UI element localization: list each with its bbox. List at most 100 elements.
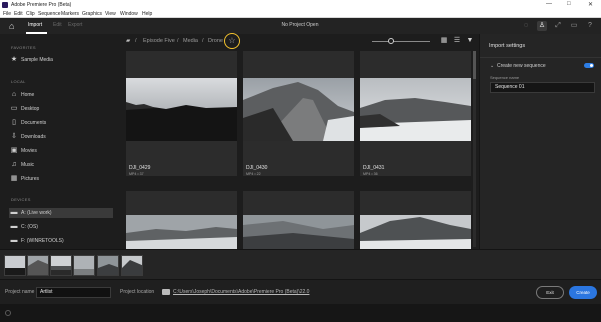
clip-name: DJI_0429 (129, 165, 151, 171)
project-name-label: Project name (5, 289, 35, 295)
sidebar-item-label: A: (Live work) (21, 210, 52, 216)
menu-edit[interactable]: Edit (14, 11, 23, 17)
clip-thumbnail (360, 215, 471, 249)
favorite-star-icon[interactable]: ☆ (224, 33, 240, 49)
tray-thumbnail[interactable] (97, 255, 119, 276)
menu-bar: File Edit Clip Sequence Markers Graphics… (0, 10, 601, 18)
clip-card[interactable] (360, 191, 471, 249)
tab-edit[interactable]: Edit (53, 22, 62, 28)
media-browser: ▰ / Episode Five / Media / Drone ☆ ▦ ☰ ▼… (118, 33, 479, 249)
maximize-icon[interactable]: ⤢ (553, 21, 563, 31)
sidebar-item-drive-a[interactable]: ▬ A: (Live work) (9, 208, 113, 218)
sidebar-item-music[interactable]: ♫ Music (9, 160, 113, 170)
local-heading: LOCAL (11, 79, 26, 84)
import-settings-panel: Import settings ⌄ Create new sequence Se… (479, 34, 601, 249)
sequence-name-field[interactable]: Sequence 01 (490, 82, 595, 93)
tab-import[interactable]: Import (28, 22, 42, 28)
menu-file[interactable]: File (3, 11, 11, 17)
breadcrumb-separator: / (202, 38, 204, 44)
clip-thumbnail (243, 215, 354, 249)
clip-card[interactable] (243, 191, 354, 249)
clip-name: DJI_0431 (363, 165, 385, 171)
sequence-name-label: Sequence name (490, 75, 520, 80)
chevron-down-icon[interactable]: ⌄ (490, 63, 494, 69)
clip-card[interactable]: DJI_0431 MP4 • 36 (360, 51, 471, 176)
folder-icon: ▬ (10, 223, 18, 230)
download-icon: ⇩ (11, 133, 17, 140)
exit-button[interactable]: Exit (536, 286, 564, 299)
create-sequence-toggle[interactable] (584, 63, 594, 68)
clip-thumbnail (360, 78, 471, 141)
clip-thumbnail (126, 215, 237, 249)
sidebar-item-label: Music (21, 162, 35, 168)
tray-thumbnail[interactable] (121, 255, 143, 276)
menu-clip[interactable]: Clip (26, 11, 35, 17)
close-button[interactable]: ✕ (588, 1, 593, 8)
clip-meta: MP4 • 36 (363, 172, 378, 176)
star-icon: ★ (10, 56, 18, 63)
favorites-heading: FAVORITES (11, 45, 36, 50)
folder-icon[interactable] (162, 289, 170, 295)
create-button[interactable]: Create (569, 286, 597, 299)
tray-thumbnail[interactable] (73, 255, 95, 276)
list-view-icon[interactable]: ☰ (453, 37, 461, 45)
project-name-field[interactable]: Artlist (36, 287, 111, 298)
person-icon[interactable]: ♙ (537, 21, 547, 31)
picture-icon: ▦ (10, 175, 18, 182)
breadcrumb-episode-five[interactable]: Episode Five (143, 38, 175, 44)
clip-card[interactable]: DJI_0429 MP4 • 37 (126, 51, 237, 176)
breadcrumb-media[interactable]: Media (183, 38, 198, 44)
clip-thumbnail (126, 78, 237, 141)
folder-icon[interactable]: ▰ (126, 38, 130, 44)
menu-markers[interactable]: Markers (61, 11, 79, 17)
sidebar-item-sample-media[interactable]: ★ Sample Media (9, 55, 113, 65)
devices-heading: DEVICES (11, 197, 31, 202)
project-location-link[interactable]: C:\Users\Joseph\Documents\Adobe\Premiere… (173, 289, 309, 295)
thumbnail-size-slider[interactable] (372, 41, 430, 42)
slider-handle[interactable] (388, 38, 394, 44)
clip-meta: MP4 • 37 (129, 172, 144, 176)
clip-thumbnail (243, 78, 354, 141)
sidebar-item-drive-c[interactable]: ▬ C: (OS) (9, 222, 113, 232)
sidebar-item-pictures[interactable]: ▦ Pictures (9, 174, 113, 184)
project-footer: Project name Artlist Project location C:… (0, 280, 601, 304)
speech-icon[interactable]: ◌ (521, 21, 531, 31)
chat-icon[interactable]: ▭ (569, 21, 579, 31)
sidebar-item-documents[interactable]: ▯ Documents (9, 118, 113, 128)
menu-window[interactable]: Window (120, 11, 138, 17)
help-icon[interactable]: ? (585, 21, 595, 31)
sidebar-item-downloads[interactable]: ⇩ Downloads (9, 132, 113, 142)
sidebar-item-label: Home (21, 92, 35, 98)
folder-icon: ▬ (10, 209, 18, 216)
menu-view[interactable]: View (105, 11, 116, 17)
clip-card[interactable] (126, 191, 237, 249)
sidebar-item-home[interactable]: ⌂ Home (9, 90, 113, 100)
home-icon[interactable]: ⌂ (9, 21, 19, 31)
breadcrumb-drone[interactable]: Drone (208, 38, 223, 44)
tab-export[interactable]: Export (68, 22, 82, 28)
minimize-button[interactable]: — (546, 1, 552, 7)
menu-graphics[interactable]: Graphics (82, 11, 102, 17)
sidebar-item-label: Movies (21, 148, 37, 154)
sidebar-item-desktop[interactable]: ▭ Desktop (9, 104, 113, 114)
breadcrumb-separator: / (135, 38, 137, 44)
scrollbar-thumb[interactable] (473, 51, 476, 79)
menu-help[interactable]: Help (142, 11, 152, 17)
sidebar-item-label: C: (OS) (21, 224, 38, 230)
filter-icon[interactable]: ▼ (466, 37, 474, 45)
maximize-button[interactable]: □ (567, 1, 571, 7)
menu-sequence[interactable]: Sequence (38, 11, 61, 17)
clip-card[interactable]: DJI_0430 MP4 • 22 (243, 51, 354, 176)
sidebar-item-drive-f[interactable]: ▬ F: (WINRETOOLS) (9, 236, 113, 246)
status-icon (5, 310, 11, 316)
tray-thumbnail[interactable] (27, 255, 49, 276)
music-icon: ♫ (11, 161, 17, 168)
app-header: ⌂ Import Edit Export No Project Open ◌ ♙… (0, 18, 601, 34)
clip-meta: MP4 • 22 (246, 172, 261, 176)
tray-thumbnail[interactable] (4, 255, 26, 276)
folder-icon: ▬ (10, 237, 18, 244)
sidebar-item-movies[interactable]: ▣ Movies (9, 146, 113, 156)
browser-scrollbar[interactable] (473, 51, 476, 247)
grid-view-icon[interactable]: ▦ (440, 37, 448, 45)
tray-thumbnail[interactable] (50, 255, 72, 276)
